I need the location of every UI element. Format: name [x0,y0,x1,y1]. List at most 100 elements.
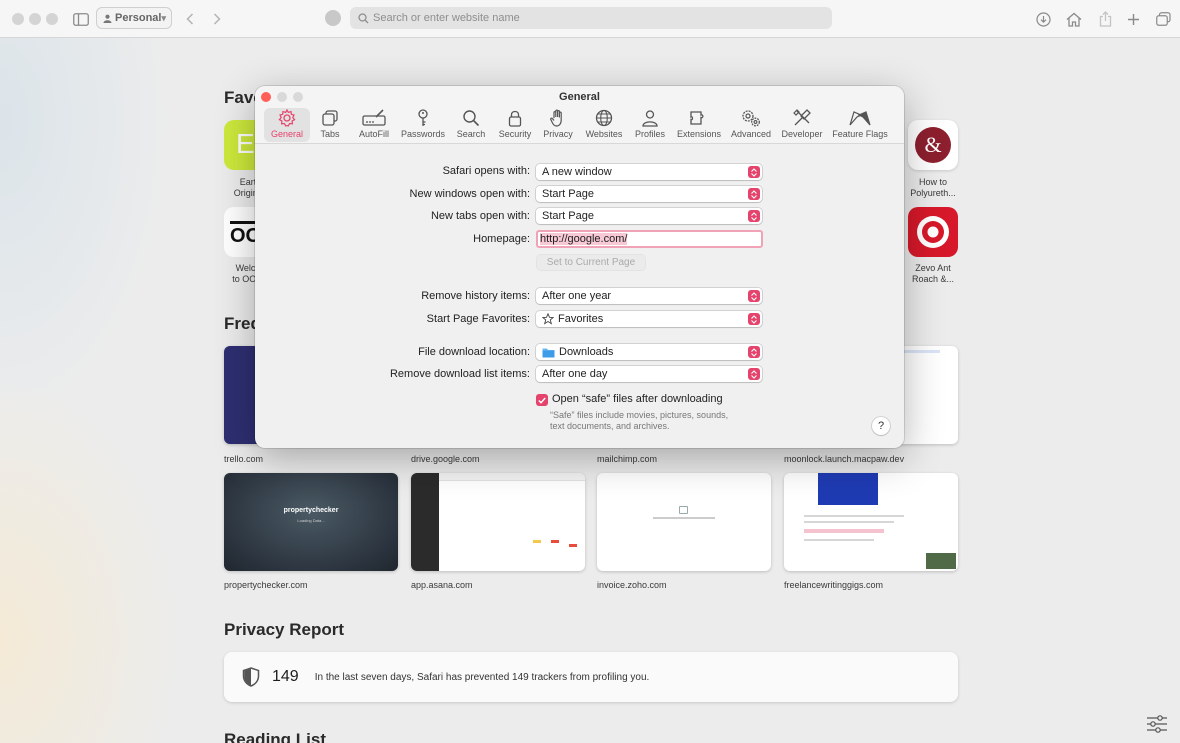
profile-switcher-button[interactable]: Personal ▾ [96,7,172,29]
open-safe-files-help: “Safe” files include movies, pictures, s… [550,410,729,431]
remove-download-list-select[interactable]: After one day [536,366,762,382]
address-placeholder: Search or enter website name [373,12,520,24]
shield-icon [242,667,260,687]
customize-start-page-icon[interactable] [1146,715,1168,733]
popup-arrows-icon [748,188,760,200]
hand-icon [550,109,562,127]
tab-privacy[interactable]: Privacy [540,108,576,142]
thumbnail-label: app.asana.com [411,580,473,590]
target-logo-icon [917,216,949,248]
privacy-count: 149 [272,668,299,685]
frequent-site-thumbnail[interactable] [597,473,771,571]
safari-opens-with-label: Safari opens with: [442,165,530,177]
frequent-site-thumbnail[interactable] [784,473,958,571]
globe-icon [595,109,613,127]
close-window-button[interactable] [12,13,24,25]
thumbnail-label: invoice.zoho.com [597,580,667,590]
tab-developer[interactable]: Developer [778,108,826,142]
download-location-label: File download location: [418,346,530,358]
privacy-shield-icon[interactable] [325,10,341,26]
share-icon[interactable] [1094,8,1116,30]
popup-arrows-icon [748,368,760,380]
tools-icon [793,109,811,126]
tab-security[interactable]: Security [495,108,535,142]
favorite-tile[interactable]: & [908,120,958,170]
tab-websites[interactable]: Websites [582,108,626,142]
tab-search[interactable]: Search [453,108,489,142]
tab-profiles[interactable]: Profiles [631,108,669,142]
new-tabs-label: New tabs open with: [430,210,530,222]
forward-icon[interactable] [206,8,228,30]
folder-icon [542,348,555,357]
privacy-message: In the last seven days, Safari has preve… [314,671,650,683]
help-button[interactable]: ? [872,417,890,435]
safari-opens-with-select[interactable]: A new window [536,164,762,180]
tab-advanced[interactable]: Advanced [729,108,773,142]
tab-extensions[interactable]: Extensions [674,108,724,142]
star-icon [542,313,554,325]
thumbnail-label: propertychecker.com [224,580,308,590]
open-safe-files-checkbox[interactable] [536,394,548,406]
new-tab-icon[interactable] [1122,8,1144,30]
start-page-favorites-label: Start Page Favorites: [426,313,530,325]
settings-toolbar: General General Tabs AutoFill Passwords … [255,86,904,144]
favorite-label: Zevo Ant Roach &... [911,263,955,284]
settings-title: General [559,91,600,103]
favorite-tile[interactable] [908,207,958,257]
autofill-icon [362,109,386,126]
favorite-label: How to Polyureth... [910,177,956,198]
tab-general[interactable]: General [264,108,310,142]
propertychecker-logo: propertychecker [283,507,339,514]
thumbnail-label: freelancewritinggigs.com [784,580,884,590]
homepage-field[interactable]: http://google.com/ [536,230,763,248]
puzzle-icon [690,111,704,125]
open-safe-files-label: Open “safe” files after downloading [552,393,723,405]
thumbnail-label: moonlock.launch.macpaw.dev [784,454,905,464]
checkmark-icon [538,397,546,404]
frequent-site-thumbnail[interactable] [411,473,585,571]
popup-arrows-icon [748,166,760,178]
start-page-favorites-select[interactable]: Favorites [536,311,762,327]
home-icon[interactable] [1063,8,1085,30]
tab-tabs[interactable]: Tabs [313,108,347,142]
settings-window: General General Tabs AutoFill Passwords … [255,86,904,448]
new-windows-label: New windows open with: [409,188,530,200]
lock-icon [508,110,522,127]
gear-icon [278,108,296,127]
remove-history-label: Remove history items: [421,290,530,302]
minimize-window-button[interactable] [29,13,41,25]
address-bar[interactable]: Search or enter website name [350,7,832,29]
thumbnail-label: drive.google.com [411,454,480,464]
tabs-icon [322,110,338,126]
new-windows-select[interactable]: Start Page [536,186,762,202]
search-icon [358,12,369,23]
frequent-site-thumbnail[interactable]: propertychecker Loading Data... [224,473,398,571]
magnifier-icon [463,110,480,127]
popup-arrows-icon [748,346,760,358]
back-icon[interactable] [179,8,201,30]
popup-arrows-icon [748,210,760,222]
new-tabs-select[interactable]: Start Page [536,208,762,224]
tab-passwords[interactable]: Passwords [399,108,447,142]
privacy-report-card[interactable]: 149 In the last seven days, Safari has p… [224,652,958,702]
thumbnail-label: mailchimp.com [597,454,658,464]
profile-label: Personal [115,12,162,24]
homepage-label: Homepage: [473,233,530,245]
remove-history-select[interactable]: After one year [536,288,762,304]
reading-list-title: Reading List [224,730,327,743]
tab-overview-icon[interactable] [1152,8,1174,30]
tab-feature-flags[interactable]: Feature Flags [831,108,889,142]
download-location-select[interactable]: Downloads [536,344,762,360]
downloads-icon[interactable] [1032,8,1054,30]
gears-icon [742,110,760,127]
sidebar-toggle-icon[interactable] [70,8,92,30]
propertychecker-loading: Loading Data... [297,518,325,523]
zoom-window-button[interactable] [46,13,58,25]
privacy-report-title: Privacy Report [224,620,344,639]
flags-icon [849,111,871,126]
tab-autofill[interactable]: AutoFill [353,108,395,142]
set-to-current-page-button[interactable]: Set to Current Page [537,255,645,270]
popup-arrows-icon [748,313,760,325]
person-icon [103,14,112,23]
thumbnail-label: trello.com [224,454,264,464]
